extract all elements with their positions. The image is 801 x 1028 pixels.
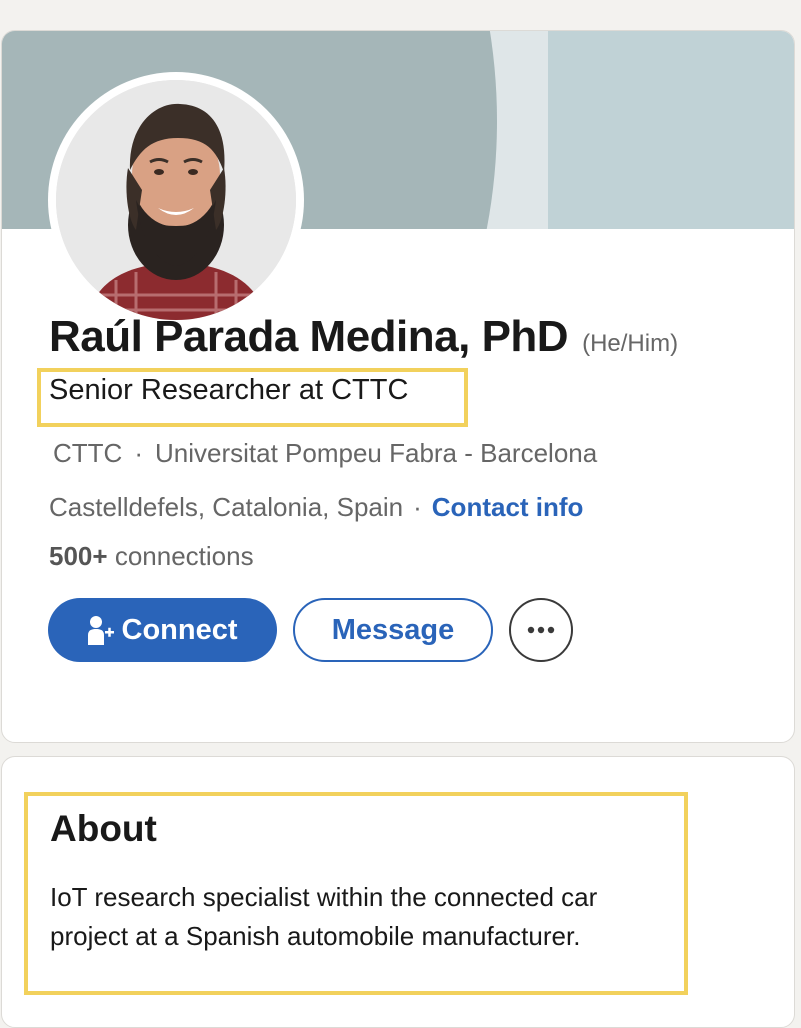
profile-actions: Connect Message: [48, 598, 573, 662]
person-photo-icon: [56, 80, 296, 320]
about-text: IoT research specialist within the conne…: [50, 878, 690, 956]
profile-headline: Senior Researcher at CTTC: [49, 374, 409, 406]
about-title: About: [50, 808, 157, 849]
connections-label: connections: [114, 541, 254, 571]
profile-name: Raúl Parada Medina, PhD: [49, 312, 569, 361]
contact-info-link[interactable]: Contact info: [432, 492, 584, 523]
about-line: IoT research specialist within the conne…: [50, 882, 598, 912]
connections-number: 500+: [49, 541, 108, 571]
location-row: Castelldefels, Catalonia, Spain · Contac…: [49, 492, 583, 523]
message-button[interactable]: Message: [293, 598, 493, 662]
profile-location: Castelldefels, Catalonia, Spain: [49, 492, 404, 522]
avatar-photo: [56, 80, 296, 320]
separator-dot: ·: [413, 492, 422, 522]
connect-button[interactable]: Connect: [48, 598, 277, 662]
more-actions-button[interactable]: [509, 598, 573, 662]
separator-dot: ·: [134, 438, 143, 468]
name-row: Raúl Parada Medina, PhD (He/Him): [49, 312, 678, 362]
profile-organizations: CTTC · Universitat Pompeu Fabra - Barcel…: [53, 438, 597, 469]
org-current[interactable]: CTTC: [53, 438, 122, 469]
profile-pronouns: (He/Him): [582, 330, 679, 357]
profile-avatar[interactable]: [48, 72, 304, 328]
about-line: project at a Spanish automobile manufact…: [50, 921, 581, 951]
more-horizontal-icon: [527, 626, 555, 634]
connections-count[interactable]: 500+ connections: [49, 541, 254, 572]
message-button-label: Message: [331, 613, 455, 646]
add-person-icon: [87, 616, 114, 645]
connect-button-label: Connect: [121, 613, 238, 646]
org-education[interactable]: Universitat Pompeu Fabra - Barcelona: [155, 438, 597, 469]
